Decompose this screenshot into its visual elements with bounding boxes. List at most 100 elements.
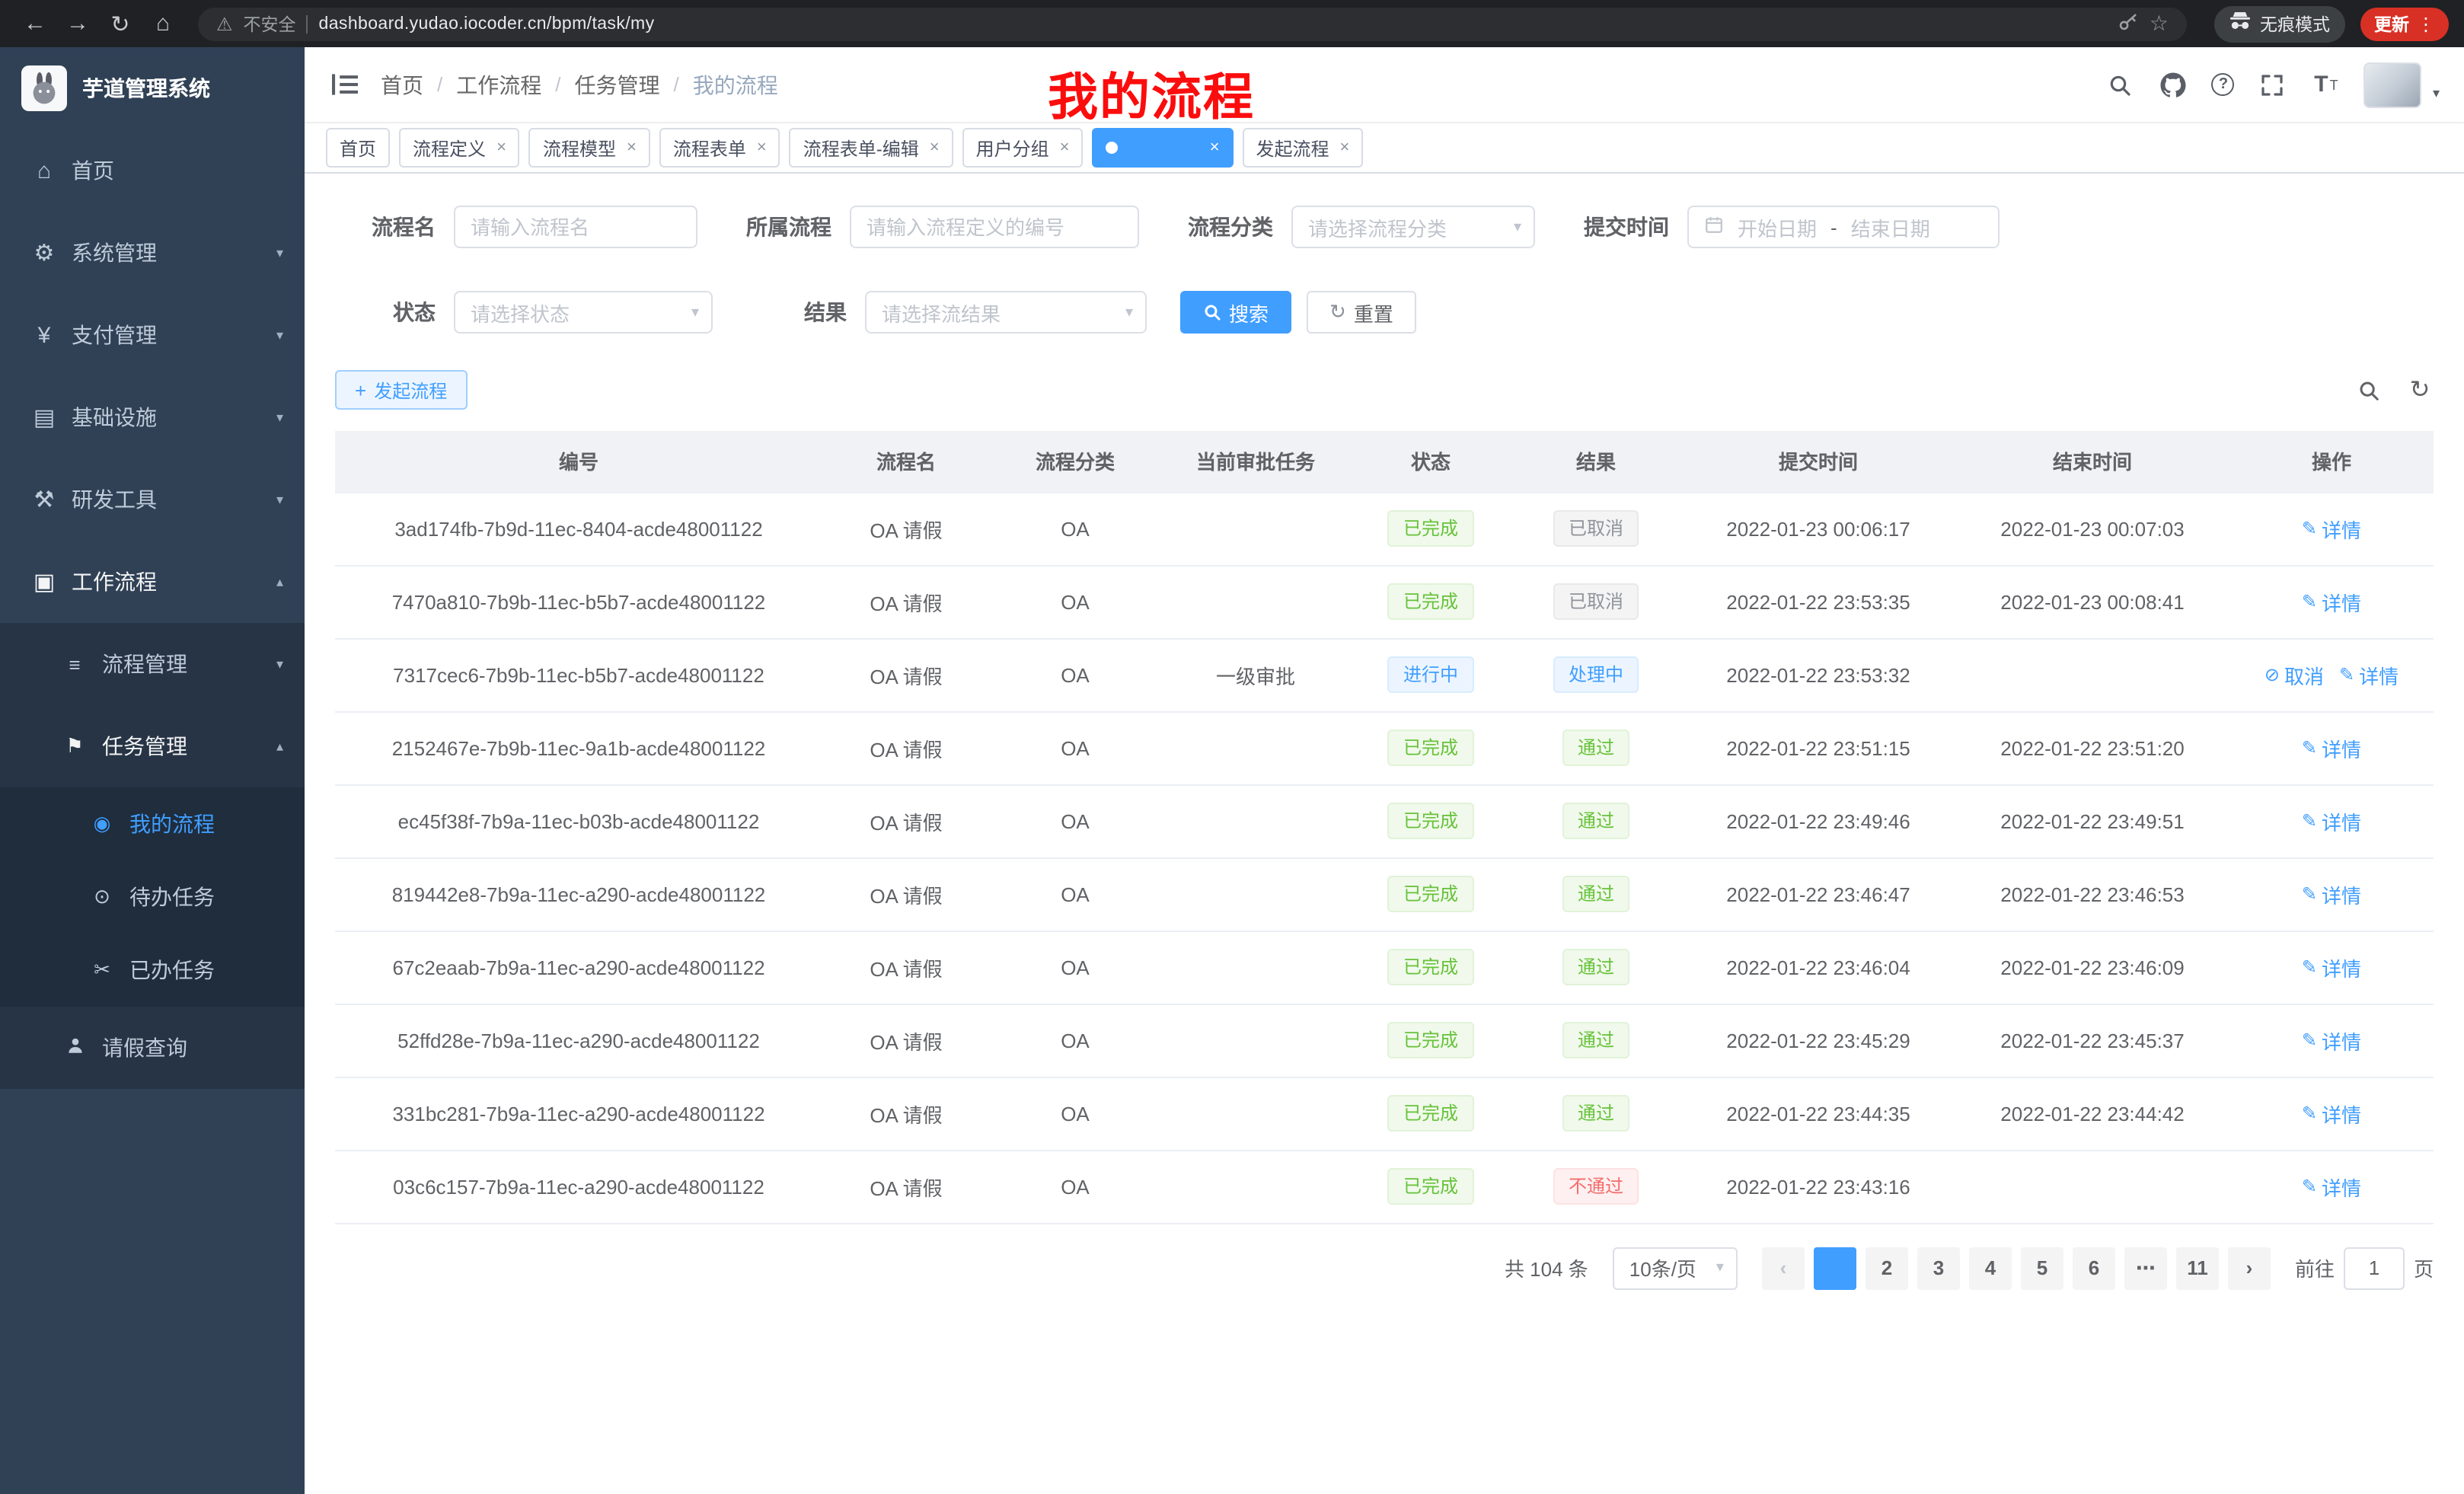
tab-process-definition[interactable]: 流程定义× — [399, 128, 520, 168]
browser-reload-icon[interactable]: ↻ — [101, 4, 140, 43]
bookmark-star-icon[interactable]: ☆ — [2150, 11, 2169, 37]
cell-status: 已完成 — [1351, 1077, 1511, 1150]
detail-link[interactable]: ✎详情 — [2302, 733, 2361, 762]
detail-link[interactable]: ✎详情 — [2302, 879, 2361, 908]
cell-end-time: 2022-01-22 23:51:20 — [1955, 711, 2229, 784]
page-button-3[interactable]: 3 — [1917, 1247, 1960, 1289]
sidebar-item-process-management[interactable]: ≡ 流程管理 ▾ — [0, 623, 305, 705]
page-button-4[interactable]: 4 — [1969, 1247, 2012, 1289]
page-button-11[interactable]: 11 — [2176, 1247, 2219, 1289]
status-select[interactable]: 请选择状态▾ — [454, 291, 713, 334]
password-key-icon[interactable] — [2119, 11, 2139, 36]
tab-process-model[interactable]: 流程模型× — [529, 128, 650, 168]
sidebar-item-my-process[interactable]: ◉ 我的流程 — [0, 787, 305, 860]
date-range-picker[interactable]: 开始日期 - 结束日期 — [1687, 206, 2000, 248]
process-category-select[interactable]: 请选择流程分类▾ — [1291, 206, 1535, 248]
show-search-icon[interactable] — [2354, 376, 2382, 404]
reset-button[interactable]: ↻ 重置 — [1307, 291, 1416, 334]
detail-link[interactable]: ✎详情 — [2302, 1099, 2361, 1128]
start-process-button[interactable]: + 发起流程 — [335, 370, 467, 410]
detail-link[interactable]: ✎详情 — [2302, 1172, 2361, 1201]
cell-current-task-link[interactable]: 一级审批 — [1160, 638, 1351, 711]
chevron-down-icon: ▾ — [1514, 219, 1521, 235]
sidebar-item-done-tasks[interactable]: ✂ 已办任务 — [0, 934, 305, 1007]
close-icon[interactable]: × — [496, 139, 506, 157]
sidebar-item-leave-query[interactable]: 请假查询 — [0, 1007, 305, 1089]
process-name-input[interactable] — [454, 206, 697, 248]
search-icon[interactable] — [2105, 69, 2136, 100]
cell-actions: ✎详情 — [2229, 1150, 2434, 1223]
browser-forward-icon[interactable]: → — [58, 4, 97, 43]
process-definition-input[interactable] — [850, 206, 1139, 248]
sidebar-item-devtools[interactable]: ⚒ 研发工具 ▾ — [0, 458, 305, 541]
sidebar-item-home[interactable]: ⌂ 首页 — [0, 129, 305, 212]
browser-menu-icon[interactable]: ⋮ — [2417, 13, 2435, 34]
breadcrumb-item-home[interactable]: 首页 — [381, 69, 423, 100]
tab-process-form[interactable]: 流程表单× — [659, 128, 780, 168]
page-button-6[interactable]: 6 — [2073, 1247, 2115, 1289]
close-icon[interactable]: × — [1339, 139, 1349, 157]
sidebar-item-task-management[interactable]: ⚑ 任务管理 ▴ — [0, 705, 305, 787]
sidebar-item-payment[interactable]: ¥ 支付管理 ▾ — [0, 294, 305, 376]
tab-home[interactable]: 首页 — [326, 128, 390, 168]
cancel-link[interactable]: ⊘取消 — [2265, 660, 2324, 689]
avatar[interactable] — [2364, 62, 2422, 107]
close-icon[interactable]: × — [1060, 139, 1070, 157]
cell-status: 已完成 — [1351, 492, 1511, 565]
url-text[interactable]: dashboard.yudao.iocoder.cn/bpm/task/my — [319, 14, 655, 33]
sidebar-item-workflow[interactable]: ▣ 工作流程 ▴ — [0, 541, 305, 623]
page-size-select[interactable]: 10条/页▾ — [1613, 1247, 1738, 1289]
result-badge: 已取消 — [1553, 583, 1639, 620]
page-button-1[interactable]: 1 — [1814, 1247, 1856, 1289]
prev-page-button[interactable]: ‹ — [1762, 1247, 1805, 1289]
sidebar-item-todo-tasks[interactable]: ⊙ 待办任务 — [0, 860, 305, 934]
breadcrumb-item-task-management[interactable]: 任务管理 — [575, 69, 660, 100]
result-label: 结果 — [731, 297, 865, 327]
cell-name: OA 请假 — [822, 711, 990, 784]
update-button[interactable]: 更新 ⋮ — [2360, 7, 2449, 40]
cell-end-time: 2022-01-22 23:45:37 — [1955, 1004, 2229, 1077]
cell-id: 331bc281-7b9a-11ec-a290-acde48001122 — [335, 1077, 822, 1150]
breadcrumb-item-workflow[interactable]: 工作流程 — [456, 69, 541, 100]
detail-link[interactable]: ✎详情 — [2302, 514, 2361, 543]
breadcrumb-separator: / — [674, 73, 679, 96]
address-bar[interactable]: ⚠ 不安全 dashboard.yudao.iocoder.cn/bpm/tas… — [198, 7, 2187, 40]
page-button-2[interactable]: 2 — [1866, 1247, 1908, 1289]
sidebar-collapse-icon[interactable] — [329, 69, 359, 100]
browser-home-icon[interactable]: ⌂ — [143, 4, 183, 43]
sidebar-item-infra[interactable]: ▤ 基础设施 ▾ — [0, 376, 305, 458]
close-icon[interactable]: × — [1210, 139, 1220, 157]
detail-link[interactable]: ✎详情 — [2302, 1026, 2361, 1055]
security-warning-label[interactable]: 不安全 — [244, 11, 296, 36]
avatar-caret-icon[interactable]: ▾ — [2433, 85, 2440, 101]
detail-link[interactable]: ✎详情 — [2302, 587, 2361, 616]
close-icon[interactable]: × — [627, 139, 637, 157]
goto-page-input[interactable] — [2344, 1247, 2405, 1289]
tab-user-group[interactable]: 用户分组× — [962, 128, 1084, 168]
detail-link[interactable]: ✎详情 — [2339, 660, 2399, 689]
refresh-table-icon[interactable]: ↻ — [2406, 376, 2434, 404]
close-icon[interactable]: × — [930, 139, 940, 157]
calendar-icon — [1704, 215, 1724, 239]
font-size-icon[interactable]: TT — [2311, 69, 2341, 100]
cell-current-task — [1160, 1077, 1351, 1150]
detail-link[interactable]: ✎详情 — [2302, 953, 2361, 982]
help-icon[interactable]: ? — [2212, 73, 2235, 96]
tab-my-process[interactable]: 我的流程× — [1093, 128, 1234, 168]
sidebar-item-system[interactable]: ⚙ 系统管理 ▾ — [0, 212, 305, 294]
col-submit-time: 提交时间 — [1681, 431, 1955, 492]
tab-process-form-edit[interactable]: 流程表单-编辑× — [790, 128, 953, 168]
next-page-button[interactable]: › — [2228, 1247, 2271, 1289]
infrastructure-icon: ▤ — [30, 404, 58, 431]
fullscreen-icon[interactable] — [2258, 69, 2288, 100]
detail-link[interactable]: ✎详情 — [2302, 806, 2361, 835]
close-icon[interactable]: × — [757, 139, 767, 157]
briefcase-icon: ▣ — [30, 568, 58, 595]
browser-back-icon[interactable]: ← — [15, 4, 55, 43]
github-icon[interactable] — [2159, 69, 2189, 100]
tab-start-process[interactable]: 发起流程× — [1242, 128, 1363, 168]
result-select[interactable]: 请选择流结果▾ — [865, 291, 1147, 334]
search-button[interactable]: 搜索 — [1180, 291, 1291, 334]
page-button-5[interactable]: 5 — [2021, 1247, 2063, 1289]
more-pages-button[interactable]: ⋯ — [2124, 1247, 2167, 1289]
